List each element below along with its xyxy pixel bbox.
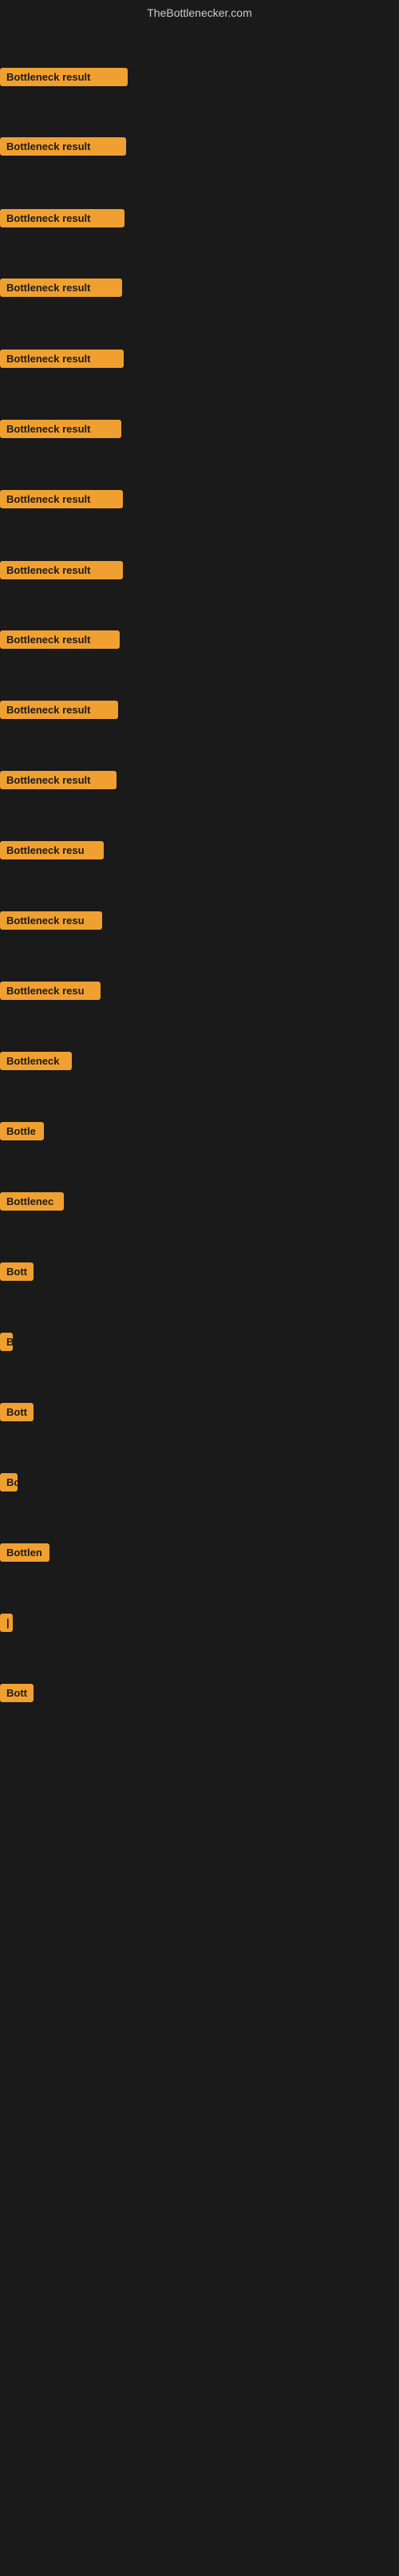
bottleneck-badge-row-23: | bbox=[0, 1614, 13, 1636]
site-title: TheBottlenecker.com bbox=[0, 0, 399, 22]
bottleneck-badge-row-8: Bottleneck result bbox=[0, 561, 123, 583]
bottleneck-badge-row-4: Bottleneck result bbox=[0, 279, 122, 301]
bottleneck-badge[interactable]: Bottleneck resu bbox=[0, 841, 104, 859]
bottleneck-badge[interactable]: Bottleneck result bbox=[0, 279, 122, 297]
bottleneck-badge[interactable]: Bottleneck result bbox=[0, 137, 126, 156]
bottleneck-badge-row-22: Bottlen bbox=[0, 1543, 49, 1566]
bottleneck-badge-row-2: Bottleneck result bbox=[0, 137, 126, 160]
bottleneck-badge-row-18: Bott bbox=[0, 1262, 34, 1285]
bottleneck-badge-row-19: B bbox=[0, 1333, 13, 1355]
bottleneck-badge-row-3: Bottleneck result bbox=[0, 209, 124, 231]
bottleneck-badge[interactable]: Bottleneck resu bbox=[0, 982, 101, 1000]
bottleneck-badge[interactable]: Bottleneck result bbox=[0, 420, 121, 438]
bottleneck-badge-row-14: Bottleneck resu bbox=[0, 982, 101, 1004]
bottleneck-badge[interactable]: Bottleneck bbox=[0, 1052, 72, 1070]
bottleneck-badge[interactable]: Bottlen bbox=[0, 1543, 49, 1562]
bottleneck-badge[interactable]: Bott bbox=[0, 1262, 34, 1281]
bottleneck-badge[interactable]: Bottleneck result bbox=[0, 561, 123, 579]
bottleneck-badge-row-12: Bottleneck resu bbox=[0, 841, 104, 863]
bottleneck-badge[interactable]: Bott bbox=[0, 1684, 34, 1702]
bottleneck-badge-row-5: Bottleneck result bbox=[0, 350, 124, 372]
bottleneck-badge-row-9: Bottleneck result bbox=[0, 630, 120, 653]
bottleneck-badge[interactable]: Bottlenec bbox=[0, 1192, 64, 1211]
bottleneck-badge-row-17: Bottlenec bbox=[0, 1192, 64, 1215]
bottleneck-badge[interactable]: Bo bbox=[0, 1473, 18, 1491]
bottleneck-badge-row-24: Bott bbox=[0, 1684, 34, 1706]
bottleneck-badge-row-7: Bottleneck result bbox=[0, 490, 123, 512]
bottleneck-badge-row-13: Bottleneck resu bbox=[0, 911, 102, 934]
bottleneck-badge[interactable]: Bottleneck result bbox=[0, 209, 124, 227]
bottleneck-badge-row-11: Bottleneck result bbox=[0, 771, 117, 793]
bottleneck-badge-row-21: Bo bbox=[0, 1473, 18, 1495]
bottleneck-badge[interactable]: Bott bbox=[0, 1403, 34, 1421]
bottleneck-badge[interactable]: Bottleneck resu bbox=[0, 911, 102, 930]
bottleneck-badge[interactable]: | bbox=[0, 1614, 13, 1632]
bottleneck-badge[interactable]: Bottleneck result bbox=[0, 350, 124, 368]
bottleneck-badge-row-15: Bottleneck bbox=[0, 1052, 72, 1074]
bottleneck-badge-row-6: Bottleneck result bbox=[0, 420, 121, 442]
bottleneck-badge[interactable]: Bottleneck result bbox=[0, 630, 120, 649]
bottleneck-badge[interactable]: Bottle bbox=[0, 1122, 44, 1140]
bottleneck-badge[interactable]: Bottleneck result bbox=[0, 701, 118, 719]
bottleneck-badge-row-20: Bott bbox=[0, 1403, 34, 1425]
bottleneck-badge-row-16: Bottle bbox=[0, 1122, 44, 1144]
bottleneck-badge-row-10: Bottleneck result bbox=[0, 701, 118, 723]
bottleneck-badge[interactable]: Bottleneck result bbox=[0, 68, 128, 86]
bottleneck-badge[interactable]: Bottleneck result bbox=[0, 771, 117, 789]
bottleneck-badge[interactable]: Bottleneck result bbox=[0, 490, 123, 508]
bottleneck-badge-row-1: Bottleneck result bbox=[0, 68, 128, 90]
bottleneck-badge[interactable]: B bbox=[0, 1333, 13, 1351]
